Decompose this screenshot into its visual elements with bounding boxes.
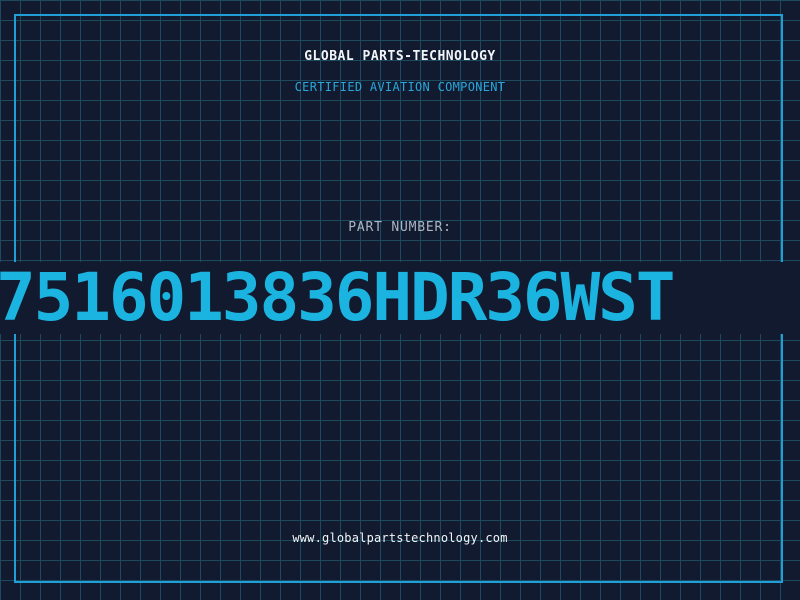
certification-tagline: CERTIFIED AVIATION COMPONENT bbox=[294, 80, 506, 94]
website-url: www.globalpartstechnology.com bbox=[292, 531, 508, 545]
company-name: GLOBAL PARTS-TECHNOLOGY bbox=[304, 49, 496, 64]
part-number-value: 7516013836HDR36WST bbox=[0, 262, 676, 334]
part-number-band: 7516013836HDR36WST bbox=[0, 262, 800, 334]
part-number-label: PART NUMBER: bbox=[348, 220, 452, 235]
